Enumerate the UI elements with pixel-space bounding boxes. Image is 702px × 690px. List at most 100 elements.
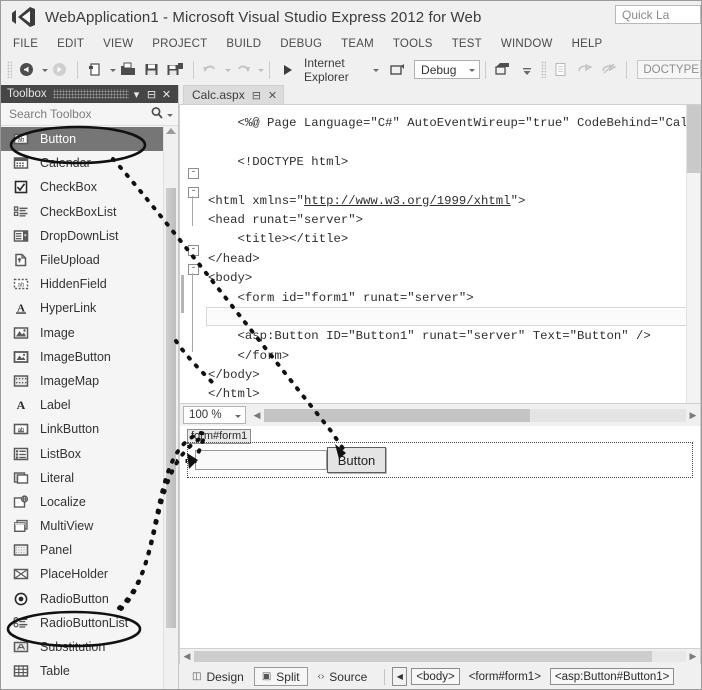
toolbox-item-radiobuttonlist[interactable]: RadioButtonList — [1, 611, 163, 635]
toolbox-item-multiview[interactable]: MultiView — [1, 514, 163, 538]
scroll-left-icon-bottom[interactable]: ◀ — [180, 648, 194, 665]
open-file-button[interactable] — [116, 59, 140, 81]
design-scroll-track[interactable] — [264, 408, 686, 422]
toolbar-grip[interactable] — [7, 61, 12, 78]
tab-pin-icon[interactable]: ⊟ — [252, 89, 261, 102]
toolbox-item-linkbutton[interactable]: ab LinkButton — [1, 417, 163, 441]
toolbox-search-dropdown-icon[interactable] — [167, 113, 173, 117]
toolbox-dropdown-icon[interactable]: ▾ — [129, 88, 144, 101]
menu-item-help[interactable]: HELP — [572, 38, 603, 50]
view-tab-source[interactable]: ‹› Source — [311, 667, 375, 686]
tab-close-icon[interactable]: ✕ — [268, 89, 277, 102]
toolbox-pin-icon[interactable]: ⊟ — [144, 88, 159, 101]
new-item-button[interactable] — [83, 59, 107, 81]
view-tab-split[interactable]: ▣ Split — [253, 667, 308, 686]
fold-toggle-form[interactable]: - — [188, 264, 199, 275]
breadcrumb-body[interactable]: <body> — [411, 668, 460, 685]
navigate-forward-button[interactable] — [48, 59, 72, 81]
browser-target-label[interactable]: Internet Explorer — [304, 56, 366, 84]
search-icon[interactable] — [150, 106, 164, 123]
toolbox-scrollbar[interactable] — [163, 126, 178, 689]
toolbox-drag-dots[interactable] — [52, 89, 129, 99]
toolbox-item-checkbox[interactable]: CheckBox — [1, 175, 163, 199]
menu-item-project[interactable]: PROJECT — [152, 38, 207, 50]
new-style-button[interactable] — [549, 59, 573, 81]
toolbox-item-label[interactable]: A Label — [1, 393, 163, 417]
toolbar-overflow-button[interactable] — [515, 59, 539, 81]
save-all-button[interactable] — [164, 59, 188, 81]
toolbox-item-listbox[interactable]: ListBox — [1, 441, 163, 465]
breadcrumb-back-icon[interactable]: ◀ — [392, 667, 408, 686]
toolbox-item-substitution[interactable]: Substitution — [1, 635, 163, 659]
toolbox-item-checkboxlist[interactable]: CheckBoxList — [1, 200, 163, 224]
design-button-control[interactable]: Button — [327, 447, 386, 473]
toolbox-scroll-thumb[interactable] — [166, 188, 176, 628]
navigate-back-button[interactable] — [15, 59, 39, 81]
fold-toggle-head[interactable]: - — [188, 187, 199, 198]
menu-item-debug[interactable]: DEBUG — [280, 38, 322, 50]
menu-item-team[interactable]: TEAM — [341, 38, 374, 50]
toolbox-item-localize[interactable]: Localize — [1, 490, 163, 514]
undo-button[interactable] — [198, 59, 222, 81]
start-debugging-button[interactable] — [275, 59, 299, 81]
toolbox-close-icon[interactable]: ✕ — [159, 88, 174, 101]
toolbox-item-dropdownlist[interactable]: DropDownList — [1, 224, 163, 248]
source-vertical-scrollbar[interactable] — [686, 105, 700, 403]
source-editor-pane[interactable]: - - - - <%@ Page Language="C#" AutoEvent… — [179, 104, 701, 404]
breadcrumb-button[interactable]: <asp:Button#Button1> — [549, 668, 675, 685]
menu-item-tools[interactable]: TOOLS — [393, 38, 433, 50]
toolbox-item-table[interactable]: Table — [1, 659, 163, 683]
menu-item-file[interactable]: FILE — [13, 38, 38, 50]
browser-picker-button[interactable] — [385, 59, 409, 81]
toolbox-item-calendar[interactable]: Calendar — [1, 151, 163, 175]
save-button[interactable] — [140, 59, 164, 81]
toolbox-item-imagemap[interactable]: ImageMap — [1, 369, 163, 393]
fold-toggle-body[interactable]: - — [188, 245, 199, 256]
redo-dropdown-icon[interactable] — [258, 69, 265, 72]
toolbar-options-button[interactable] — [491, 59, 515, 81]
toolbox-item-fileupload[interactable]: FileUpload — [1, 248, 163, 272]
toolbox-item-image[interactable]: Image — [1, 321, 163, 345]
scroll-left-icon[interactable]: ◀ — [250, 407, 264, 424]
xmlns-link[interactable]: http://www.w3.org/1999/xhtml — [304, 194, 511, 208]
solution-configuration-select[interactable]: Debug — [414, 60, 481, 79]
toolbox-item-hyperlink[interactable]: A HyperLink — [1, 296, 163, 320]
zoom-level-select[interactable]: 100 % — [183, 406, 246, 424]
attach-style-sheet-button[interactable] — [573, 59, 597, 81]
detach-style-sheet-button[interactable] — [597, 59, 621, 81]
menu-item-edit[interactable]: EDIT — [57, 38, 84, 50]
toolbar-grip-2[interactable] — [540, 61, 546, 78]
bottom-scroll-thumb[interactable] — [194, 651, 652, 662]
toolbox-item-radiobutton[interactable]: RadioButton — [1, 587, 163, 611]
menu-item-build[interactable]: BUILD — [226, 38, 261, 50]
browser-target-dropdown-icon[interactable] — [373, 69, 380, 72]
scroll-right-icon-bottom[interactable]: ▶ — [686, 648, 700, 665]
document-tab-calc-aspx[interactable]: Calc.aspx ⊟ ✕ — [183, 85, 285, 104]
toolbox-item-imagebutton[interactable]: ImageButton — [1, 345, 163, 369]
design-horizontal-scrollbar[interactable]: ◀ ▶ — [250, 406, 700, 424]
design-textbox-control[interactable] — [195, 450, 327, 470]
toolbox-item-panel[interactable]: Panel — [1, 538, 163, 562]
bottom-horizontal-scrollbar[interactable]: ◀ ▶ — [179, 649, 701, 664]
redo-button[interactable] — [231, 59, 255, 81]
source-scroll-thumb[interactable] — [687, 105, 700, 173]
menu-item-window[interactable]: WINDOW — [501, 38, 553, 50]
fold-toggle-html[interactable]: - — [188, 168, 199, 179]
toolbox-item-literal[interactable]: a Literal — [1, 466, 163, 490]
toolbox-item-placeholder[interactable]: PlaceHolder — [1, 562, 163, 586]
form-container[interactable]: Button — [187, 442, 693, 478]
design-scroll-thumb[interactable] — [264, 408, 530, 422]
menu-item-test[interactable]: TEST — [452, 38, 482, 50]
breadcrumb-form[interactable]: <form#form1> — [464, 668, 546, 685]
toolbox-item-button[interactable]: ab Button — [1, 127, 163, 152]
toolbox-item-hiddenfield[interactable]: ab HiddenField — [1, 272, 163, 296]
toolbox-item-textbox[interactable]: abl TextBox — [1, 683, 163, 689]
toolbox-search-input[interactable]: Search Toolbox — [9, 107, 150, 121]
code-text-area[interactable]: <%@ Page Language="C#" AutoEventWireup="… — [206, 105, 700, 403]
design-surface[interactable]: form#form1 Button — [179, 426, 701, 649]
scroll-right-icon[interactable]: ▶ — [686, 407, 700, 424]
scroll-up-icon[interactable] — [166, 128, 176, 134]
view-tab-design[interactable]: ◫ Design — [185, 667, 251, 686]
quick-launch-input[interactable]: Quick La — [615, 5, 701, 24]
menu-item-view[interactable]: VIEW — [103, 38, 133, 50]
